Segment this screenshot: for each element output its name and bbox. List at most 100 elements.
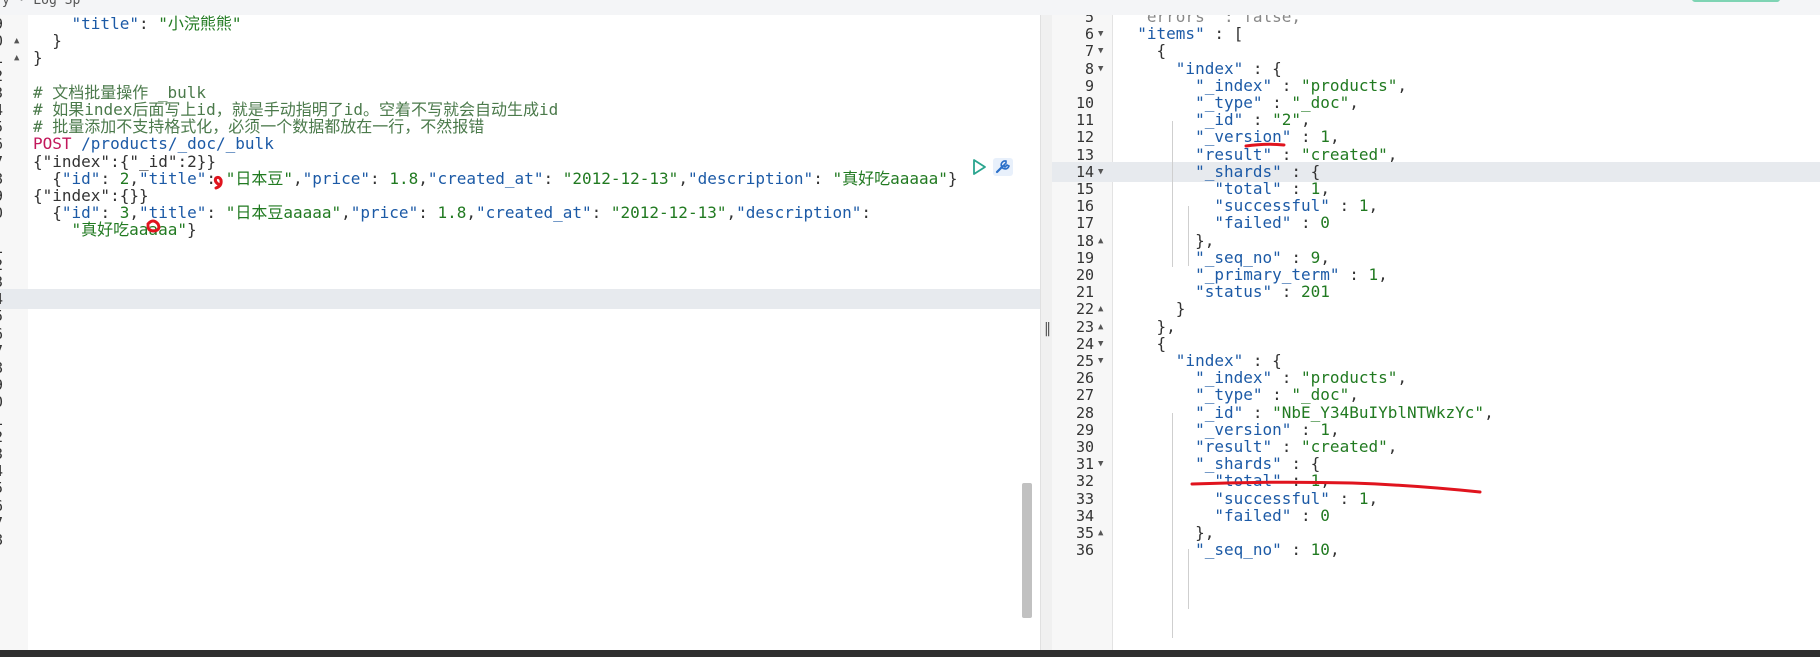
code-token: 1	[1310, 471, 1321, 491]
code-token: 1	[1320, 419, 1330, 439]
code-token: "_seq_no"	[1118, 247, 1282, 267]
code-token: "日本豆"	[225, 168, 293, 188]
code-token: :	[1281, 540, 1311, 560]
code-token: "description"	[736, 203, 862, 223]
code-token: POST	[33, 134, 72, 154]
code-token: 9	[1310, 247, 1321, 267]
code-token: 0	[1320, 213, 1330, 233]
code-token: "_shards"	[1118, 161, 1282, 181]
code-token: ,	[341, 203, 351, 223]
code-token: :	[1272, 437, 1302, 456]
code-token: :	[1329, 196, 1359, 216]
code-token: 1.8	[437, 203, 467, 223]
code-token: "price"	[350, 203, 419, 223]
code-token: "_id"	[1118, 110, 1244, 130]
wrench-icon[interactable]	[992, 157, 1014, 177]
code-token: {	[1118, 41, 1167, 61]
code-token: :	[418, 203, 438, 223]
line-number: 8	[0, 530, 16, 550]
code-token: # 批量添加不支持格式化，必须一个数据都放在一行，不然报错	[33, 117, 485, 137]
code-text: "_seq_no" : 10,	[1118, 540, 1340, 560]
code-token: :	[1291, 127, 1321, 147]
code-token: "result"	[1118, 144, 1273, 164]
code-token: {	[33, 168, 62, 188]
code-token: "products"	[1301, 368, 1398, 388]
code-token: }	[947, 168, 958, 188]
code-token: "created"	[1301, 437, 1388, 456]
code-token: "created"	[1301, 144, 1388, 164]
code-token: ,	[678, 168, 688, 188]
code-token: "failed"	[1118, 505, 1292, 525]
code-token: ,	[1329, 419, 1340, 439]
code-token: },	[1118, 316, 1176, 336]
code-token: }	[33, 48, 43, 68]
request-scrollbar-thumb[interactable]	[1022, 483, 1032, 618]
request-editor[interactable]: 9 "title": "小浣熊熊"0▲ }1▲}23# 文档批量操作 _bulk…	[0, 15, 1040, 650]
code-token: :	[1243, 110, 1273, 130]
code-token: :	[1281, 247, 1311, 267]
top-toolbar: y · Log Sp	[0, 0, 1820, 16]
code-token: :	[1291, 505, 1321, 525]
response-line[interactable]: 36 "_seq_no" : 10,	[1052, 540, 1820, 560]
resizer-grip-icon[interactable]: ‖	[1044, 321, 1051, 337]
code-token: 10	[1310, 540, 1330, 560]
top-action-button[interactable]	[1692, 0, 1780, 2]
code-token: 1	[1320, 127, 1330, 147]
code-token: "2012-12-13"	[562, 168, 679, 188]
code-token: 0	[1320, 505, 1330, 525]
code-token: ,	[1329, 127, 1340, 147]
code-token: :	[1291, 213, 1321, 233]
code-token: :	[370, 168, 390, 188]
code-token: "_index"	[1118, 75, 1273, 95]
code-token: "NbE_Y34BuIYblNTWkzYc"	[1272, 402, 1485, 422]
code-token: ,	[1397, 368, 1407, 388]
line-number: 36	[1075, 541, 1094, 560]
code-token: :	[1339, 265, 1369, 284]
code-token: ,	[1484, 402, 1494, 422]
code-token: :	[1291, 419, 1321, 439]
code-token: "total"	[1118, 179, 1282, 198]
code-token: ,	[1301, 110, 1311, 130]
code-token: }	[1118, 299, 1186, 319]
code-token: "真好吃aaaaa"	[71, 220, 187, 240]
code-token: ,	[418, 168, 428, 188]
code-token: "_type"	[1118, 93, 1263, 112]
code-token: :	[1329, 488, 1359, 508]
code-token: "_shards"	[1118, 454, 1282, 474]
code-token: "items"	[1118, 24, 1205, 44]
code-token: # 文档批量操作 _bulk	[33, 82, 207, 102]
code-token: "_version"	[1118, 127, 1292, 147]
code-token: {"index":{"_id":2}}	[33, 151, 217, 171]
code-token: ,	[1387, 144, 1398, 164]
request-line[interactable]: 8	[0, 530, 1040, 550]
code-token: /products/_doc/_bulk	[71, 134, 274, 154]
indent-guide-2	[1188, 206, 1189, 266]
code-token: :	[1272, 144, 1302, 164]
code-token: "_seq_no"	[1118, 540, 1282, 560]
code-token: ,	[726, 203, 737, 223]
code-token: ,	[292, 168, 303, 188]
code-token: :	[861, 203, 871, 223]
response-viewer[interactable]: 5 "errors" : false, 6 ▼ "items" : [7 ▼ {8 ▼ …	[1052, 15, 1820, 650]
code-token: "description"	[687, 168, 814, 188]
code-token: :	[100, 203, 120, 223]
code-token: "_index"	[1118, 368, 1273, 388]
code-token: "_version"	[1118, 419, 1292, 439]
code-token: }	[33, 31, 62, 51]
code-token: ,	[1378, 265, 1388, 284]
code-token: :	[543, 168, 563, 188]
code-token: "真好吃aaaaa"	[832, 168, 948, 188]
toolbar-tabs-text[interactable]: y · Log Sp	[2, 0, 80, 8]
code-token: 1	[1310, 179, 1321, 198]
code-token: ,	[129, 203, 139, 223]
code-token: },	[1118, 230, 1215, 250]
code-token: ,	[1368, 196, 1379, 216]
code-token: : {	[1243, 351, 1282, 370]
code-token: "status"	[1118, 282, 1273, 302]
code-token: :	[206, 203, 226, 223]
code-token: ,	[1387, 437, 1398, 456]
code-token: ,	[1320, 179, 1330, 198]
code-token: :	[813, 168, 833, 188]
play-icon[interactable]	[970, 158, 988, 176]
code-token: "_doc"	[1291, 385, 1350, 405]
